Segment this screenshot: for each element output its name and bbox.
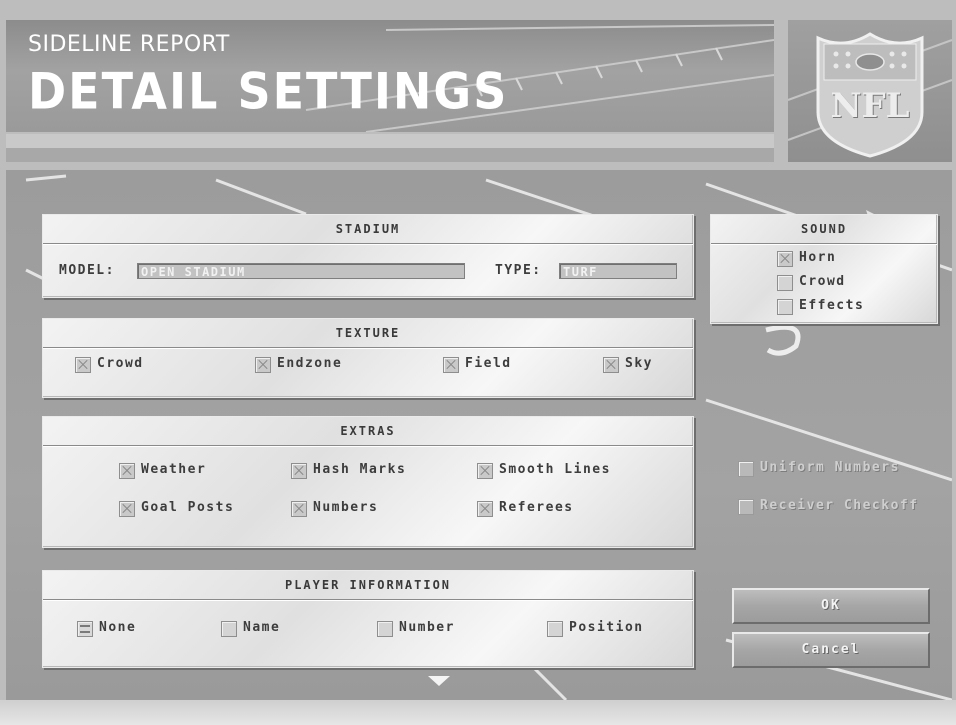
goal-posts-checkbox[interactable] — [119, 501, 135, 517]
weather-label: Weather — [141, 462, 207, 477]
texture-crowd-checkbox[interactable] — [75, 357, 91, 373]
crowd-sound-checkbox[interactable] — [777, 275, 793, 291]
type-label: TYPE: — [495, 263, 542, 278]
referees-label: Referees — [499, 500, 574, 515]
weather-checkbox[interactable] — [119, 463, 135, 479]
texture-endzone-label: Endzone — [277, 356, 343, 371]
extras-title: EXTRAS — [43, 417, 693, 446]
texture-title: TEXTURE — [43, 319, 693, 348]
uniform-numbers-checkbox — [738, 461, 754, 477]
hash-marks-label: Hash Marks — [313, 462, 407, 477]
extras-panel: EXTRAS Weather Hash Marks Smooth Lines G… — [42, 416, 694, 548]
header-subtitle: SIDELINE REPORT — [28, 32, 230, 57]
scroll-down-icon[interactable] — [428, 676, 450, 686]
horn-label: Horn — [799, 250, 837, 265]
effects-label: Effects — [799, 298, 865, 313]
header-strip — [6, 134, 774, 148]
page-title: DETAIL SETTINGS — [28, 62, 509, 121]
player-information-title: PLAYER INFORMATION — [43, 571, 693, 600]
texture-endzone-checkbox[interactable] — [255, 357, 271, 373]
number-label: Number — [399, 620, 455, 635]
none-radio[interactable] — [77, 621, 93, 637]
receiver-checkoff-checkbox — [738, 499, 754, 515]
position-label: Position — [569, 620, 644, 635]
none-label: None — [99, 620, 137, 635]
texture-panel: TEXTURE Crowd Endzone Field Sky — [42, 318, 694, 398]
cancel-button[interactable]: Cancel — [732, 632, 930, 668]
name-label: Name — [243, 620, 281, 635]
model-field[interactable]: OPEN STADIUM — [137, 263, 465, 279]
stadium-title: STADIUM — [43, 215, 693, 244]
header-banner: SIDELINE REPORT DETAIL SETTINGS — [6, 20, 774, 132]
crowd-sound-label: Crowd — [799, 274, 846, 289]
texture-sky-label: Sky — [625, 356, 653, 371]
numbers-label: Numbers — [313, 500, 379, 515]
name-radio[interactable] — [221, 621, 237, 637]
logo-panel: NFL — [788, 20, 952, 162]
texture-field-checkbox[interactable] — [443, 357, 459, 373]
sound-panel: SOUND Horn Crowd Effects — [710, 214, 938, 324]
horn-checkbox[interactable] — [777, 251, 793, 267]
referees-checkbox[interactable] — [477, 501, 493, 517]
ok-button[interactable]: OK — [732, 588, 930, 624]
number-radio[interactable] — [377, 621, 393, 637]
texture-sky-checkbox[interactable] — [603, 357, 619, 373]
player-information-panel: PLAYER INFORMATION None Name Number Posi… — [42, 570, 694, 668]
receiver-checkoff-label: Receiver Checkoff — [760, 498, 919, 513]
sound-title: SOUND — [711, 215, 937, 244]
goal-posts-label: Goal Posts — [141, 500, 235, 515]
texture-crowd-label: Crowd — [97, 356, 144, 371]
header-strip-lower — [6, 148, 774, 162]
texture-field-label: Field — [465, 356, 512, 371]
stadium-panel: STADIUM MODEL: OPEN STADIUM TYPE: TURF — [42, 214, 694, 298]
numbers-checkbox[interactable] — [291, 501, 307, 517]
smooth-lines-label: Smooth Lines — [499, 462, 611, 477]
position-radio[interactable] — [547, 621, 563, 637]
logo-text: NFL — [830, 86, 910, 126]
uniform-numbers-label: Uniform Numbers — [760, 460, 900, 475]
effects-checkbox[interactable] — [777, 299, 793, 315]
smooth-lines-checkbox[interactable] — [477, 463, 493, 479]
bottom-strip — [0, 700, 956, 725]
model-label: MODEL: — [59, 263, 115, 278]
type-field[interactable]: TURF — [559, 263, 677, 279]
hash-marks-checkbox[interactable] — [291, 463, 307, 479]
